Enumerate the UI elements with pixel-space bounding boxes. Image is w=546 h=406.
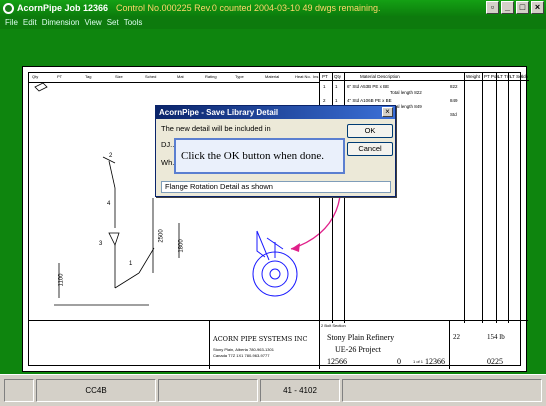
spool-label: 4 (107, 201, 111, 207)
menu-file[interactable]: File (5, 18, 18, 27)
dialog-close-button[interactable]: × (382, 107, 393, 117)
project-name: UE-26 Project (335, 345, 381, 354)
quantity-value: 22 (453, 333, 460, 341)
app-icon (3, 2, 14, 14)
table-cell: Total length 822 (390, 90, 422, 95)
job-number: 12566 (327, 357, 347, 366)
menu-edit[interactable]: Edit (23, 18, 37, 27)
table-cell: 849 (450, 98, 458, 103)
menu-tools[interactable]: Tools (124, 18, 143, 27)
title-block-divider (209, 321, 210, 369)
company-address: Stony Plain, Alberta 780-963-1301 (213, 347, 274, 352)
revision: 0 (397, 357, 401, 366)
title-block-divider (319, 321, 320, 369)
control-number: 0225 (487, 357, 503, 366)
table-header-cell: PT (322, 74, 328, 79)
table-cell: Std (450, 112, 457, 117)
title-block-divider (449, 321, 450, 369)
job-number-2: 12366 (425, 357, 445, 366)
menu-dimension[interactable]: Dimension (42, 18, 80, 27)
control-info: Control No.000225 Rev.0 counted 2004-03-… (116, 3, 381, 13)
weight-value: 154 lb (487, 333, 505, 341)
table-header-cell: Sch (520, 74, 528, 79)
table-cell: 822 (450, 84, 458, 89)
status-panel (342, 379, 542, 402)
table-cell: 2 (323, 98, 326, 103)
status-left: CC4B (36, 379, 156, 402)
spool-label: 1 (129, 261, 133, 267)
close-button[interactable]: × (531, 1, 544, 14)
app-title: AcornPipe Job 12366 (17, 3, 109, 13)
note-text: 2 Bolt Section (321, 323, 346, 328)
dimension-text: 2500 (158, 229, 165, 243)
table-cell: 1 (335, 84, 338, 89)
table-cell: 1 (335, 98, 338, 103)
table-divider (482, 73, 483, 323)
window-controls: ▫ _ □ × (486, 1, 544, 14)
restore-icon[interactable]: ▫ (486, 1, 499, 14)
material-table-header: PT Qty Material Description Weight PT Po… (320, 73, 529, 81)
company-address-2: Canada T7Z 1X1 780-963-9777 (213, 353, 270, 358)
menu-view[interactable]: View (84, 18, 101, 27)
table-divider (496, 73, 497, 323)
menu-set[interactable]: Set (107, 18, 119, 27)
window-titlebar: AcornPipe Job 12366 Control No.000225 Re… (0, 0, 546, 16)
table-cell: 4" Std A106B PE x BE (347, 98, 392, 103)
spool-label: 2 (109, 153, 113, 159)
table-divider (464, 73, 465, 323)
menu-bar: File Edit Dimension View Set Tools (0, 16, 546, 29)
sheet-number: 1 of 1 (413, 359, 424, 364)
maximize-button[interactable]: □ (516, 1, 529, 14)
cancel-button[interactable]: Cancel (347, 142, 393, 156)
dialog-message: The new detail will be included in (161, 124, 271, 133)
status-panel (4, 379, 34, 402)
table-header-cell: Qty (334, 74, 342, 79)
table-header-cell: Material Description (360, 74, 400, 79)
instruction-callout: Click the OK button when done. (174, 138, 345, 174)
table-divider (508, 73, 509, 323)
client-name: Stony Plain Refinery (327, 333, 395, 342)
status-bar: CC4B 41 - 4102 (0, 374, 546, 406)
status-panel (158, 379, 258, 402)
detail-name-input[interactable]: Flange Rotation Detail as shown (161, 181, 391, 193)
dimension-text: 1100 (58, 273, 65, 287)
minimize-button[interactable]: _ (501, 1, 514, 14)
company-name: ACORN PIPE SYSTEMS INC (213, 335, 308, 343)
ok-button[interactable]: OK (347, 124, 393, 138)
title-block: 2 Bolt Section ACORN PIPE SYSTEMS INC St… (29, 320, 528, 369)
spool-label: 3 (99, 241, 103, 247)
table-cell: 6" Std A53B PE x BE (347, 84, 390, 89)
table-header-cell: Weight (466, 74, 480, 79)
dialog-title: AcornPipe - Save Library Detail (156, 106, 395, 119)
table-cell: 1 (323, 84, 326, 89)
dimension-text: 1800 (178, 239, 185, 253)
status-center: 41 - 4102 (260, 379, 340, 402)
